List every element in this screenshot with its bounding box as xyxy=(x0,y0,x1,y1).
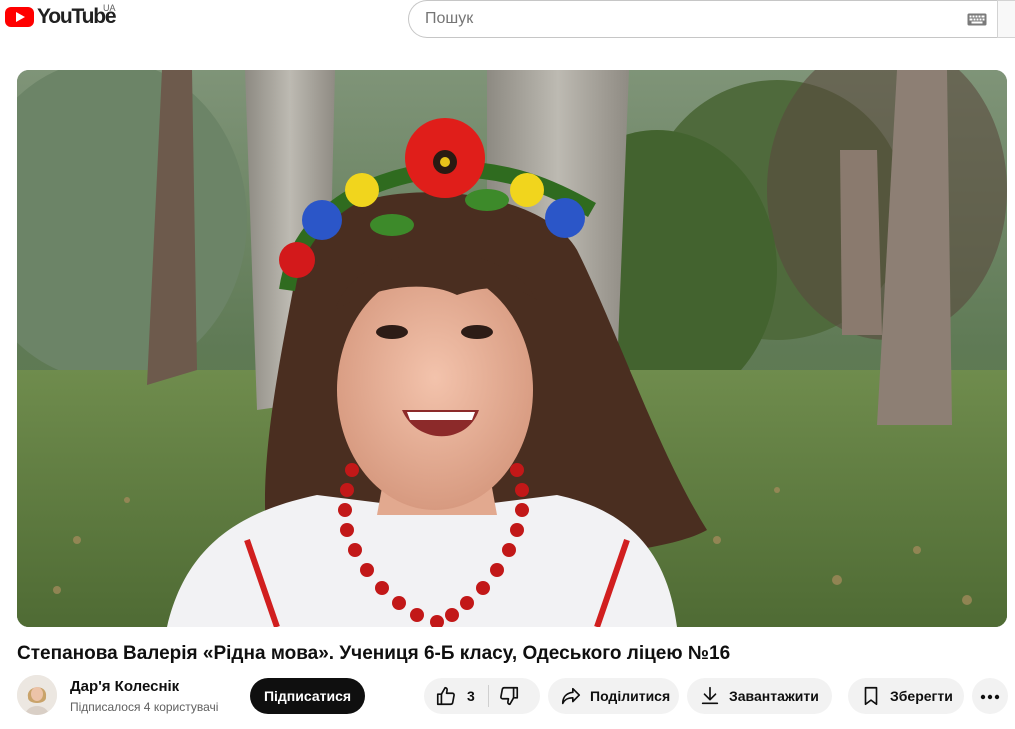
more-actions-button[interactable] xyxy=(972,678,1008,714)
download-icon xyxy=(699,685,721,707)
more-horizontal-icon xyxy=(980,687,1000,705)
save-label: Зберегти xyxy=(890,688,953,704)
video-player[interactable] xyxy=(17,70,1007,627)
thumb-down-icon xyxy=(498,685,520,707)
thumb-up-icon xyxy=(435,685,457,707)
download-button[interactable]: Завантажити xyxy=(687,678,832,714)
bookmark-icon xyxy=(860,685,882,707)
keyboard-icon[interactable] xyxy=(967,13,987,26)
like-count: 3 xyxy=(467,688,475,704)
search-input[interactable] xyxy=(425,10,945,28)
youtube-play-icon xyxy=(5,7,34,27)
subscriber-count: Підписалося 4 користувачі xyxy=(70,700,219,714)
masthead: YouTube UA xyxy=(0,0,1015,40)
download-label: Завантажити xyxy=(729,688,819,704)
video-title: Степанова Валерія «Рідна мова». Учениця … xyxy=(17,643,731,664)
search-button[interactable] xyxy=(997,0,1015,38)
youtube-logo[interactable]: YouTube xyxy=(5,6,117,28)
share-button[interactable]: Поділитися xyxy=(548,678,679,714)
channel-avatar[interactable] xyxy=(17,675,57,715)
subscribe-button[interactable]: Підписатися xyxy=(250,678,365,714)
share-arrow-icon xyxy=(560,685,582,707)
save-button[interactable]: Зберегти xyxy=(848,678,964,714)
like-button[interactable]: 3 xyxy=(424,678,475,714)
like-dislike-group: 3 xyxy=(424,678,540,714)
dislike-button[interactable] xyxy=(498,685,520,707)
channel-name[interactable]: Дар'я Колеснік xyxy=(70,677,179,697)
like-divider xyxy=(488,685,489,707)
search-box xyxy=(408,0,998,38)
country-code: UA xyxy=(103,3,116,13)
share-label: Поділитися xyxy=(590,688,671,704)
